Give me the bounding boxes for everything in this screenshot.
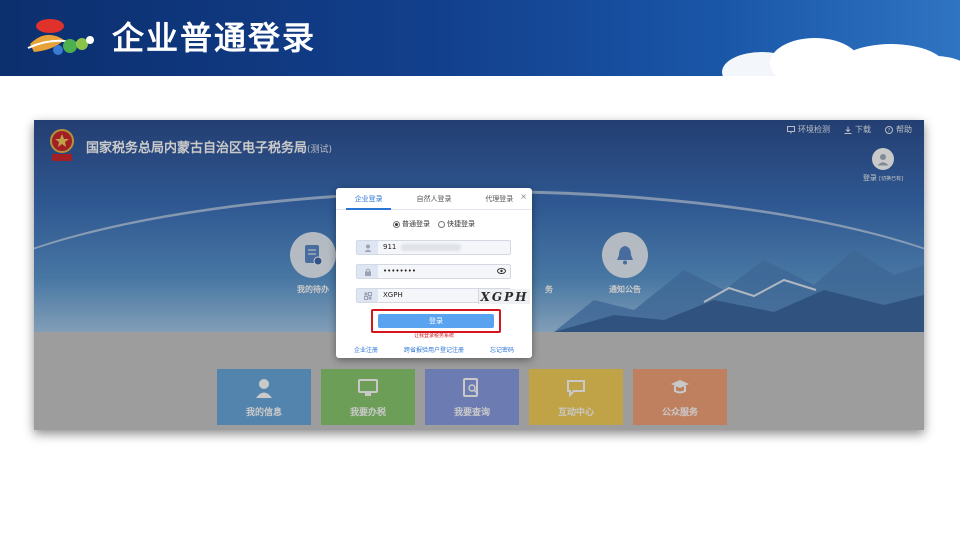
login-mode-radios: 普通登录 快捷登录 bbox=[336, 219, 532, 229]
username-value: 911 bbox=[383, 243, 397, 251]
enterprise-register-link[interactable]: 企业注册 bbox=[354, 345, 378, 354]
tax-logo-icon bbox=[27, 19, 94, 55]
login-button-highlight bbox=[371, 309, 501, 333]
radio-normal-login[interactable]: 普通登录 bbox=[393, 219, 430, 229]
password-field-icon-box bbox=[357, 265, 378, 278]
login-tabs: 企业登录 自然人登录 代理登录 bbox=[336, 188, 532, 210]
slide-title: 企业普通登录 bbox=[112, 19, 317, 57]
user-field-icon-box bbox=[357, 241, 378, 254]
captcha-value: XGPH bbox=[383, 291, 403, 299]
tab-enterprise-login[interactable]: 企业登录 bbox=[336, 188, 401, 210]
tab-natural-person-login[interactable]: 自然人登录 bbox=[401, 188, 466, 209]
redacted-username bbox=[401, 244, 461, 251]
login-hint: 让我登录税务系统 bbox=[413, 333, 454, 339]
close-icon[interactable]: × bbox=[520, 193, 527, 201]
login-screenshot: 国家税务总局内蒙古自治区电子税务局(测试) 环境检测 下载 ? 帮助 登录 [切… bbox=[34, 120, 924, 430]
username-field[interactable]: 911 bbox=[356, 240, 511, 255]
lock-icon bbox=[364, 268, 371, 276]
captcha-image[interactable]: XGPH bbox=[478, 289, 530, 304]
radio-quick-label: 快捷登录 bbox=[447, 220, 475, 228]
captcha-field-icon-box bbox=[357, 289, 378, 302]
eye-icon[interactable] bbox=[497, 267, 506, 275]
modal-links: 企业注册 跨省报验用户登记注册 忘记密码 bbox=[354, 345, 514, 354]
password-value: •••••••• bbox=[383, 267, 417, 275]
slide-header: 企业普通登录 bbox=[0, 0, 960, 76]
cross-province-register-link[interactable]: 跨省报验用户登记注册 bbox=[404, 345, 464, 354]
radio-normal-dot bbox=[393, 220, 400, 228]
radio-quick-login[interactable]: 快捷登录 bbox=[438, 219, 475, 229]
radio-quick-dot bbox=[438, 220, 445, 228]
person-icon bbox=[364, 244, 371, 252]
radio-normal-label: 普通登录 bbox=[402, 220, 430, 228]
captcha-field[interactable]: XGPH XGPH bbox=[356, 288, 530, 304]
captcha-icon bbox=[363, 291, 372, 300]
forgot-password-link[interactable]: 忘记密码 bbox=[490, 345, 514, 354]
login-modal: 企业登录 自然人登录 代理登录 × 普通登录 快捷登录 911 ••••••••… bbox=[336, 188, 532, 358]
password-field[interactable]: •••••••• bbox=[356, 264, 511, 279]
